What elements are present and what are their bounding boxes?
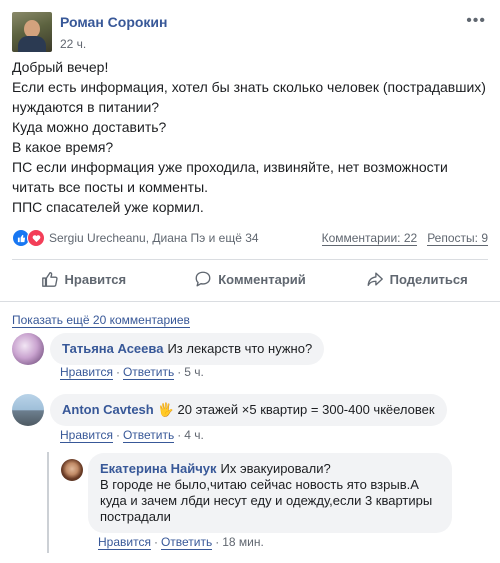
comment-bubble: Anton Cavtesh 🖐 20 этажей ×5 квартир = 30… [50,394,447,426]
comment-text: пострадали [100,509,171,524]
comment-meta: Нравится · Ответить · 4 ч. [60,428,204,443]
like-button-label: Нравится [64,271,127,287]
comment-meta: Нравится · Ответить · 18 мин. [98,535,264,550]
commenter-avatar[interactable] [12,333,44,365]
commenter-name[interactable]: Татьяна Асеева [62,341,163,356]
love-reaction-icon [27,229,45,247]
like-button[interactable]: Нравится [0,262,167,296]
comment-like-link[interactable]: Нравится [60,365,113,380]
comment-bubble: Екатерина Найчук Их эвакуировали? В город… [88,453,452,533]
comment-time[interactable]: 4 ч. [184,428,204,442]
comment-time[interactable]: 5 ч. [184,365,204,379]
comment-text: Их эвакуировали? [220,461,331,476]
post-line: Добрый вечер! [12,59,109,75]
thumbs-up-icon [41,272,58,287]
post-stats: Комментарии: 22 Репосты: 9 [321,231,488,246]
comment-text: В городе не было,читаю сейчас новость ят… [100,477,419,492]
ellipsis-icon[interactable]: ••• [466,12,486,30]
comments-count-link[interactable]: Комментарии: 22 [321,231,418,246]
post-line: нуждаются в питании? [12,99,160,115]
comment-text: Из лекарств что нужно? [167,341,313,356]
post-author[interactable]: Роман Сорокин [60,14,168,30]
post-card: Роман Сорокин 22 ч. ••• Добрый вечер! Ес… [0,0,500,300]
author-avatar[interactable] [12,12,52,52]
comment-like-link[interactable]: Нравится [98,535,151,550]
post-line: читать все посты и комменты. [12,179,209,195]
comment-reply-link[interactable]: Ответить [122,428,175,443]
comment-text: куда и зачем лбди несут еду и одежду,есл… [100,493,433,508]
comment-text: 🖐 20 этажей ×5 квартир = 300-400 чкёелов… [157,402,435,417]
comment-time[interactable]: 18 мин. [222,535,264,549]
post-time[interactable]: 22 ч. [60,37,86,51]
comment-button-label: Комментарий [218,271,306,287]
share-button-label: Поделиться [389,271,468,287]
reactions-names[interactable]: Sergiu Urecheanu, Диана Пэ и ещё 34 [49,231,259,245]
share-arrow-icon [367,272,383,286]
reply-thread-line [47,452,49,553]
comment-button[interactable]: Комментарий [167,262,334,296]
comment-like-link[interactable]: Нравится [60,428,113,443]
commenter-avatar[interactable] [61,459,83,481]
post-line: В какое время? [12,139,114,155]
commenter-name[interactable]: Екатерина Найчук [100,461,217,476]
divider [12,259,488,260]
shares-count-link[interactable]: Репосты: 9 [427,231,488,246]
post-text: Добрый вечер! Если есть информация, хоте… [12,57,488,217]
comment-meta: Нравится · Ответить · 5 ч. [60,365,204,380]
show-more-comments-link[interactable]: Показать ещё 20 комментариев [12,313,190,328]
share-button[interactable]: Поделиться [333,262,500,296]
post-line: ППС спасателей уже кормил. [12,199,204,215]
comments-section: Показать ещё 20 комментариев Татьяна Асе… [0,302,500,563]
post-line: ПС если информация уже проходила, извиня… [12,159,448,175]
post-line: Куда можно доставить? [12,119,167,135]
comment-icon [195,271,211,287]
post-line: Если есть информация, хотел бы знать ско… [12,79,486,95]
comment-reply-link[interactable]: Ответить [160,535,213,550]
comment-reply-link[interactable]: Ответить [122,365,175,380]
commenter-avatar[interactable] [12,394,44,426]
commenter-name[interactable]: Anton Cavtesh [62,402,154,417]
action-bar: Нравится Комментарий Поделиться [0,262,500,296]
comment-bubble: Татьяна Асеева Из лекарств что нужно? [50,333,325,365]
reactions-summary[interactable]: Sergiu Urecheanu, Диана Пэ и ещё 34 [12,229,259,247]
